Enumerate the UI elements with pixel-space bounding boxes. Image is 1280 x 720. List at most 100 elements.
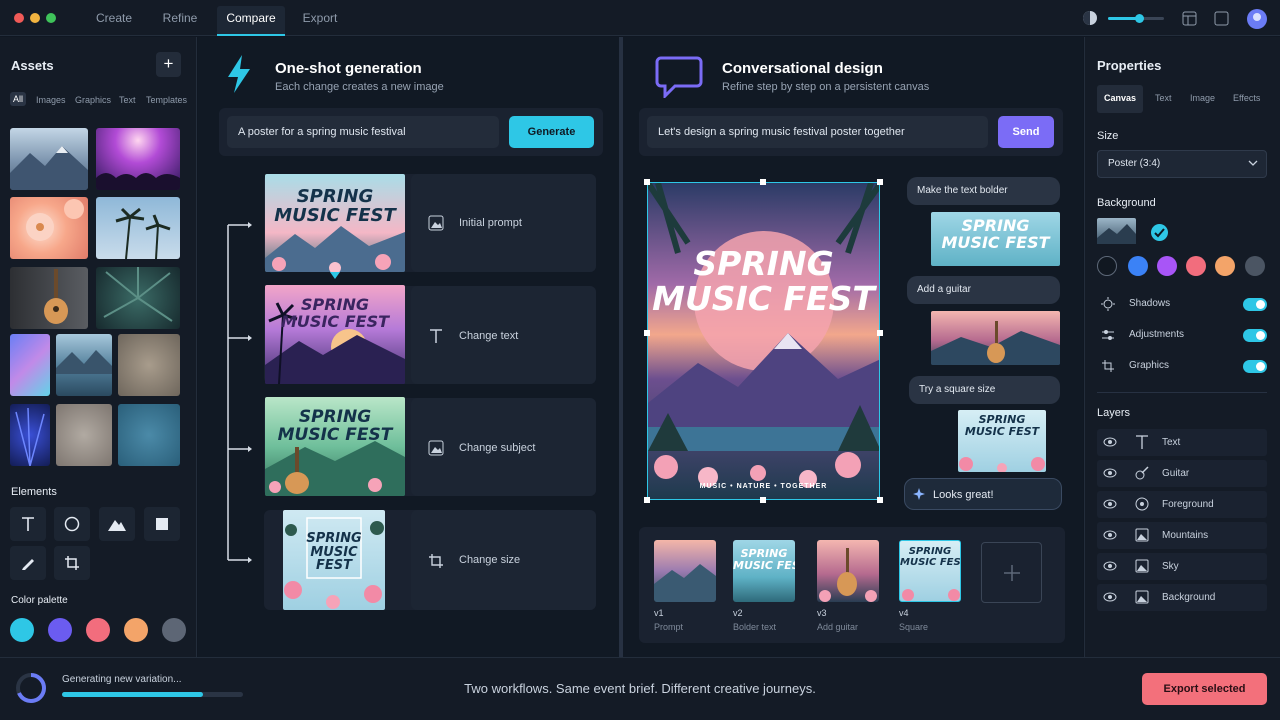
filter-images[interactable]: Images [36, 95, 66, 105]
tab-export[interactable]: Export [292, 6, 348, 36]
filter-all[interactable]: All [10, 92, 27, 106]
resize-handle[interactable] [877, 330, 883, 336]
prop-tab-image[interactable]: Image [1190, 93, 1215, 103]
layout-icon[interactable] [1182, 11, 1197, 26]
asset-lake[interactable] [56, 334, 112, 396]
eye-icon[interactable] [1103, 468, 1117, 478]
user-avatar[interactable] [1247, 9, 1267, 29]
resize-handle[interactable] [760, 497, 766, 503]
text-tool[interactable] [10, 507, 46, 541]
prop-tab-canvas[interactable]: Canvas [1097, 85, 1143, 113]
bg-color-swatch[interactable] [1215, 256, 1235, 276]
chat-result-image[interactable]: SPRING MUSIC FEST [931, 212, 1060, 266]
bg-color-swatch[interactable] [1186, 256, 1206, 276]
background-selected-check[interactable] [1151, 224, 1168, 241]
close-window-icon[interactable] [14, 13, 24, 23]
shape-tool[interactable] [99, 507, 135, 541]
version-thumb-v3[interactable] [817, 540, 879, 602]
shadows-toggle[interactable] [1243, 298, 1267, 311]
bg-color-swatch[interactable] [1128, 256, 1148, 276]
tab-create[interactable]: Create [84, 6, 144, 36]
main-canvas-poster[interactable]: SPRING MUSIC FEST MUSIC • NATURE • TOGET… [647, 182, 880, 500]
resize-handle[interactable] [644, 497, 650, 503]
step-poster-size[interactable]: SPRING MUSIC FEST [283, 510, 385, 610]
oneshot-prompt-input[interactable]: A poster for a spring music festival [227, 116, 499, 148]
asset-concert[interactable] [96, 128, 180, 190]
adjustments-toggle[interactable] [1243, 329, 1267, 342]
bg-color-swatch[interactable] [1157, 256, 1177, 276]
minimize-window-icon[interactable] [30, 13, 40, 23]
generate-button[interactable]: Generate [509, 116, 594, 148]
theme-icon[interactable] [1082, 10, 1098, 26]
step-label-initial: Initial prompt [459, 217, 522, 229]
eye-icon[interactable] [1103, 592, 1117, 602]
asset-guitar[interactable] [10, 267, 88, 329]
asset-teal-texture[interactable] [118, 404, 180, 466]
asset-gradient[interactable] [10, 334, 50, 396]
crop-tool[interactable] [54, 546, 90, 580]
version-thumb-v4[interactable]: SPRING MUSIC FEST [899, 540, 961, 602]
conversation-title: Conversational design [722, 60, 883, 77]
eye-icon[interactable] [1103, 530, 1117, 540]
layer-row[interactable]: Foreground [1097, 491, 1267, 518]
palette-swatch[interactable] [86, 618, 110, 642]
bg-color-swatch[interactable] [1097, 256, 1117, 276]
asset-flowers[interactable] [10, 197, 88, 259]
export-selected-button[interactable]: Export selected [1142, 673, 1267, 705]
version-thumb-v1[interactable] [654, 540, 716, 602]
rectangle-tool[interactable] [144, 507, 180, 541]
pen-tool[interactable] [10, 546, 46, 580]
layer-row[interactable]: Background [1097, 584, 1267, 611]
asset-stone-texture[interactable] [118, 334, 180, 396]
asset-palms[interactable] [96, 197, 180, 259]
prop-tab-effects[interactable]: Effects [1233, 93, 1260, 103]
asset-paper-texture[interactable] [56, 404, 112, 466]
palette-swatch[interactable] [162, 618, 186, 642]
add-version-button[interactable] [981, 542, 1042, 603]
palette-swatch[interactable] [48, 618, 72, 642]
fullscreen-icon[interactable] [1214, 11, 1229, 26]
layer-row[interactable]: Text [1097, 429, 1267, 456]
background-image-thumb[interactable] [1097, 218, 1136, 244]
send-button[interactable]: Send [998, 116, 1054, 148]
step-poster-subject[interactable]: SPRING MUSIC FEST [265, 397, 405, 496]
resize-handle[interactable] [644, 179, 650, 185]
step-poster-initial[interactable]: SPRING MUSIC FEST [265, 174, 405, 272]
size-select[interactable]: Poster (3:4) [1097, 150, 1267, 178]
filter-text[interactable]: Text [119, 95, 136, 105]
bg-color-swatch[interactable] [1245, 256, 1265, 276]
tab-refine[interactable]: Refine [152, 6, 208, 36]
layer-row[interactable]: Mountains [1097, 522, 1267, 549]
filter-templates[interactable]: Templates [146, 95, 187, 105]
circle-tool[interactable] [54, 507, 90, 541]
chat-message: Try a square size [909, 376, 1060, 404]
palette-swatch[interactable] [10, 618, 34, 642]
layer-row[interactable]: Guitar [1097, 460, 1267, 487]
graphics-toggle[interactable] [1243, 360, 1267, 373]
eye-icon[interactable] [1103, 437, 1117, 447]
zoom-slider[interactable] [1108, 14, 1164, 23]
resize-handle[interactable] [760, 179, 766, 185]
asset-mountains[interactable] [10, 128, 88, 190]
eye-icon[interactable] [1103, 499, 1117, 509]
chat-result-image[interactable]: SPRING MUSIC FEST [958, 410, 1046, 472]
maximize-window-icon[interactable] [46, 13, 56, 23]
eye-icon[interactable] [1103, 561, 1117, 571]
version-label: Add guitar [817, 622, 859, 632]
sliders-icon [1102, 330, 1114, 340]
prop-tab-text[interactable]: Text [1155, 93, 1172, 103]
chat-result-image[interactable] [931, 311, 1060, 365]
add-asset-button[interactable]: + [156, 52, 181, 77]
asset-blue-fronds[interactable] [10, 404, 50, 466]
palette-swatch[interactable] [124, 618, 148, 642]
filter-graphics[interactable]: Graphics [75, 95, 111, 105]
tab-compare[interactable]: Compare [217, 6, 285, 36]
asset-leaves[interactable] [96, 267, 180, 329]
conversation-prompt-input[interactable]: Let's design a spring music festival pos… [647, 116, 988, 148]
step-poster-text[interactable]: SPRING MUSIC FEST [265, 285, 405, 384]
resize-handle[interactable] [877, 179, 883, 185]
layer-row[interactable]: Sky [1097, 553, 1267, 580]
resize-handle[interactable] [644, 330, 650, 336]
resize-handle[interactable] [877, 497, 883, 503]
version-thumb-v2[interactable]: SPRING MUSIC FEST [733, 540, 795, 602]
